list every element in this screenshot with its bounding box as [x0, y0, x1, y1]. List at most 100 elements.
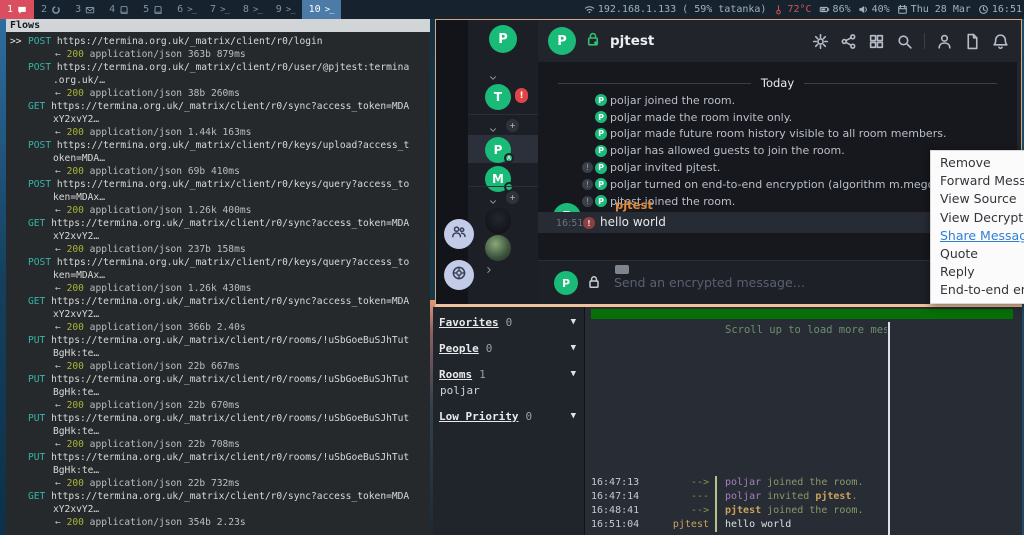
room-section-rooms[interactable]: Rooms1▼poljar	[439, 368, 578, 397]
workspace-9[interactable]: 9>_	[269, 0, 302, 19]
status-code: 200	[67, 322, 84, 333]
collapse-triangle-icon[interactable]: ▼	[571, 411, 576, 421]
member-icon[interactable]	[936, 33, 953, 50]
explore-button[interactable]	[444, 260, 474, 290]
menu-item-view-source[interactable]: View Source	[931, 190, 1024, 208]
warning-icon: !	[582, 179, 593, 190]
status-item: 86%	[819, 4, 851, 15]
flow-response: ← 200 application/json 38b 260ms	[6, 87, 430, 100]
grid-icon[interactable]	[868, 33, 885, 50]
workspace-7[interactable]: 7>_	[203, 0, 236, 19]
response-arrow: ←	[55, 283, 67, 294]
workspace-6[interactable]: 6>_	[170, 0, 203, 19]
room-list-avatar[interactable]	[485, 208, 511, 234]
chevron-right-icon[interactable]	[484, 260, 494, 279]
volume-icon	[858, 4, 869, 15]
mail-icon	[85, 5, 95, 15]
message-input[interactable]	[614, 275, 894, 290]
share-icon[interactable]	[840, 33, 857, 50]
collapse-triangle-icon[interactable]: ▼	[571, 317, 576, 327]
search-icon[interactable]	[896, 33, 913, 50]
flow-url-continuation: BgHk:te…	[6, 425, 430, 438]
menu-item-view-decrypted-s[interactable]: View Decrypted S	[931, 209, 1024, 227]
chat-icon	[17, 5, 27, 15]
timeline-event[interactable]: Ppoljar made the room invite only.	[538, 109, 1021, 126]
workspace-3[interactable]: 3	[68, 0, 102, 19]
status-bar: 123456>_7>_8>_9>_10>_ 192.168.1.133 ( 59…	[0, 0, 1024, 19]
flow-row[interactable]: POST https://termina.org.uk/_matrix/clie…	[6, 178, 430, 191]
header-actions	[812, 33, 1009, 50]
day-divider: Today	[558, 76, 997, 90]
workspace-4[interactable]: 4	[102, 0, 136, 19]
log-row: 16:48:41-->pjtest joined the room.	[591, 504, 882, 518]
log-segment: joined the room.	[761, 505, 863, 516]
timeline-event[interactable]: Ppoljar made future room history visible…	[538, 126, 1021, 143]
workspace-10[interactable]: 10>_	[302, 0, 341, 19]
flow-url: https://termina.org.uk/_matrix/client/r0…	[51, 36, 322, 47]
room-avatar[interactable]: P	[548, 27, 576, 55]
collapse-triangle-icon[interactable]: ▼	[571, 369, 576, 379]
workspace-number: 10	[309, 4, 321, 15]
workspace-5[interactable]: 5	[136, 0, 170, 19]
flow-url: https://termina.org.uk/_matrix/client/r0…	[45, 491, 409, 502]
workspace-8[interactable]: 8>_	[236, 0, 269, 19]
room-avatar-letter: M	[492, 172, 504, 186]
room-list-avatar[interactable]: T	[485, 84, 511, 110]
room-section-favorites[interactable]: Favorites0▼	[439, 316, 578, 329]
room-entry[interactable]: poljar	[440, 384, 578, 397]
log-message: pjtest joined the room.	[715, 504, 863, 518]
flow-url-continuation: xY2xvY2…	[6, 113, 430, 126]
room-section-people[interactable]: People0▼	[439, 342, 578, 355]
workspace-2[interactable]: 2	[34, 0, 68, 19]
terminal-icon: >_	[286, 5, 295, 15]
menu-item-forward-message[interactable]: Forward Message	[931, 172, 1024, 190]
flow-row[interactable]: GET https://termina.org.uk/_matrix/clien…	[6, 217, 430, 230]
menu-item-remove[interactable]: Remove	[931, 154, 1024, 172]
flow-row[interactable]: POST https://termina.org.uk/_matrix/clie…	[6, 256, 430, 269]
warning-icon: !	[582, 162, 593, 173]
response-arrow: ←	[55, 322, 67, 333]
flow-row[interactable]: PUT https://termina.org.uk/_matrix/clien…	[6, 334, 430, 347]
add-room-button[interactable]	[506, 191, 519, 204]
flow-row[interactable]: GET https://termina.org.uk/_matrix/clien…	[6, 100, 430, 113]
settings-icon[interactable]	[812, 33, 829, 50]
file-icon[interactable]	[964, 33, 981, 50]
flow-response: ← 200 application/json 22b 708ms	[6, 438, 430, 451]
flow-row[interactable]: PUT https://termina.org.uk/_matrix/clien…	[6, 412, 430, 425]
room-section-low-priority[interactable]: Low Priority0▼	[439, 410, 578, 423]
flow-method: GET	[28, 491, 45, 502]
bell-icon[interactable]	[992, 33, 1009, 50]
event-text: poljar made the room invite only.	[610, 111, 792, 124]
flow-row[interactable]: POST https://termina.org.uk/_matrix/clie…	[6, 61, 430, 74]
alert-icon: !	[583, 217, 595, 229]
collapse-triangle-icon[interactable]: ▼	[571, 343, 576, 353]
account-avatar[interactable]: P	[489, 25, 517, 53]
flow-row[interactable]: PUT https://termina.org.uk/_matrix/clien…	[6, 451, 430, 464]
response-meta: application/json 1.26k 430ms	[84, 283, 252, 294]
flow-url: https://termina.org.uk/_matrix/client/r0…	[45, 218, 409, 229]
menu-item-end-to-end-encry[interactable]: End-to-end encry	[931, 281, 1024, 299]
compass-icon	[451, 265, 467, 285]
flow-row[interactable]: GET https://termina.org.uk/_matrix/clien…	[6, 490, 430, 503]
menu-item-quote[interactable]: Quote	[931, 245, 1024, 263]
flow-row[interactable]: PUT https://termina.org.uk/_matrix/clien…	[6, 373, 430, 386]
flow-url: https://termina.org.uk/_matrix/client/r0…	[45, 452, 409, 463]
room-list-avatar[interactable]	[485, 235, 511, 261]
status-text: 72°C	[787, 4, 811, 15]
people-button[interactable]	[444, 219, 474, 249]
gomuks-window: Favorites0▼People0▼Rooms1▼poljarLow Prio…	[433, 307, 1022, 535]
flow-row[interactable]: POST https://termina.org.uk/_matrix/clie…	[6, 139, 430, 152]
response-arrow: ←	[55, 205, 67, 216]
workspace-1[interactable]: 1	[0, 0, 34, 19]
flow-response: ← 200 application/json 1.26k 430ms	[6, 282, 430, 295]
section-count: 0	[506, 316, 513, 329]
add-room-button[interactable]	[506, 119, 519, 132]
flow-row[interactable]: >>POST https://termina.org.uk/_matrix/cl…	[6, 35, 430, 48]
timeline-event[interactable]: Ppoljar joined the room.	[538, 92, 1021, 109]
flow-row[interactable]: GET https://termina.org.uk/_matrix/clien…	[6, 295, 430, 308]
flow-url-continuation: xY2xvY2…	[6, 230, 430, 243]
menu-item-share-message[interactable]: Share Message	[931, 227, 1024, 245]
menu-item-reply[interactable]: Reply	[931, 263, 1024, 281]
chat-log: 16:47:13-->poljar joined the room.16:47:…	[591, 476, 882, 532]
response-meta: application/json 22b 708ms	[84, 439, 240, 450]
